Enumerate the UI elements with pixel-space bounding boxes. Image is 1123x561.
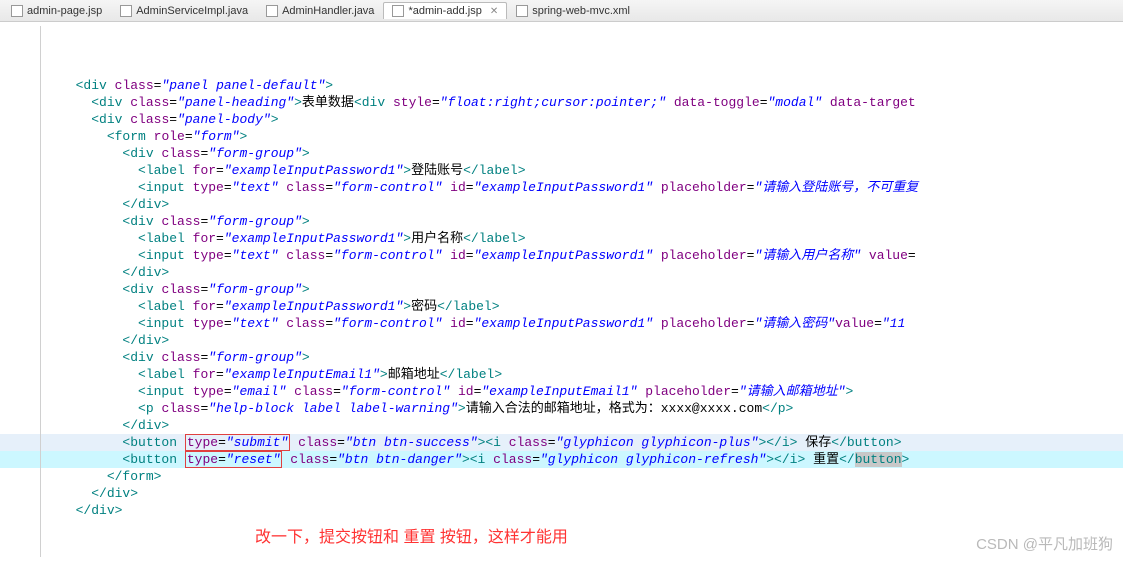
- code-line[interactable]: <div class="form-group">: [0, 213, 1123, 230]
- tab-label: AdminServiceImpl.java: [136, 5, 248, 17]
- code-line[interactable]: </div>: [0, 502, 1123, 519]
- code-line[interactable]: <label for="exampleInputPassword1">密码</l…: [0, 298, 1123, 315]
- code-line[interactable]: </form>: [0, 468, 1123, 485]
- editor-tab-bar: admin-page.jsp AdminServiceImpl.java Adm…: [0, 0, 1123, 22]
- jsp-file-icon: [11, 5, 23, 17]
- code-line[interactable]: <div class="panel-heading">表单数据<div styl…: [0, 94, 1123, 111]
- close-icon[interactable]: ✕: [490, 6, 498, 17]
- java-file-icon: [120, 5, 132, 17]
- code-line[interactable]: <input type="text" class="form-control" …: [0, 315, 1123, 332]
- tab-adminserviceimpl-java[interactable]: AdminServiceImpl.java: [111, 2, 257, 19]
- watermark-text: CSDN @平凡加班狗: [976, 536, 1113, 553]
- code-line[interactable]: <input type="email" class="form-control"…: [0, 383, 1123, 400]
- code-line[interactable]: <div class="form-group">: [0, 349, 1123, 366]
- xml-file-icon: [516, 5, 528, 17]
- code-line[interactable]: <input type="text" class="form-control" …: [0, 247, 1123, 264]
- code-line[interactable]: </div>: [0, 332, 1123, 349]
- tab-label: AdminHandler.java: [282, 5, 374, 17]
- code-line[interactable]: <label for="exampleInputPassword1">登陆账号<…: [0, 162, 1123, 179]
- tab-label: *admin-add.jsp: [408, 5, 481, 17]
- jsp-file-icon: [392, 5, 404, 17]
- code-line[interactable]: <button type="reset" class="btn btn-dang…: [0, 451, 1123, 468]
- code-line[interactable]: <div class="form-group">: [0, 145, 1123, 162]
- tab-admin-page-jsp[interactable]: admin-page.jsp: [2, 2, 111, 19]
- tab-adminhandler-java[interactable]: AdminHandler.java: [257, 2, 383, 19]
- java-file-icon: [266, 5, 278, 17]
- code-line[interactable]: </div>: [0, 196, 1123, 213]
- tab-spring-web-mvc-xml[interactable]: spring-web-mvc.xml: [507, 2, 639, 19]
- code-line[interactable]: <label for="exampleInputEmail1">邮箱地址</la…: [0, 366, 1123, 383]
- code-line[interactable]: <input type="text" class="form-control" …: [0, 179, 1123, 196]
- code-line[interactable]: <label for="exampleInputPassword1">用户名称<…: [0, 230, 1123, 247]
- folding-column[interactable]: [40, 26, 52, 557]
- code-line[interactable]: <div class="panel panel-default">: [0, 77, 1123, 94]
- code-line[interactable]: <p class="help-block label label-warning…: [0, 400, 1123, 417]
- code-editor[interactable]: <div class="panel panel-default"> <div c…: [0, 22, 1123, 561]
- code-line[interactable]: </div>: [0, 485, 1123, 502]
- code-line[interactable]: <button type="submit" class="btn btn-suc…: [0, 434, 1123, 451]
- tab-admin-add-jsp[interactable]: *admin-add.jsp ✕: [383, 2, 507, 19]
- tab-label: spring-web-mvc.xml: [532, 5, 630, 17]
- code-line[interactable]: </div>: [0, 417, 1123, 434]
- code-line[interactable]: <div class="panel-body">: [0, 111, 1123, 128]
- code-line[interactable]: <div class="form-group">: [0, 281, 1123, 298]
- annotation-text: 改一下，提交按钮和 重置 按钮，这样才能用: [255, 529, 568, 546]
- code-line[interactable]: </div>: [0, 264, 1123, 281]
- tab-label: admin-page.jsp: [27, 5, 102, 17]
- code-line[interactable]: <form role="form">: [0, 128, 1123, 145]
